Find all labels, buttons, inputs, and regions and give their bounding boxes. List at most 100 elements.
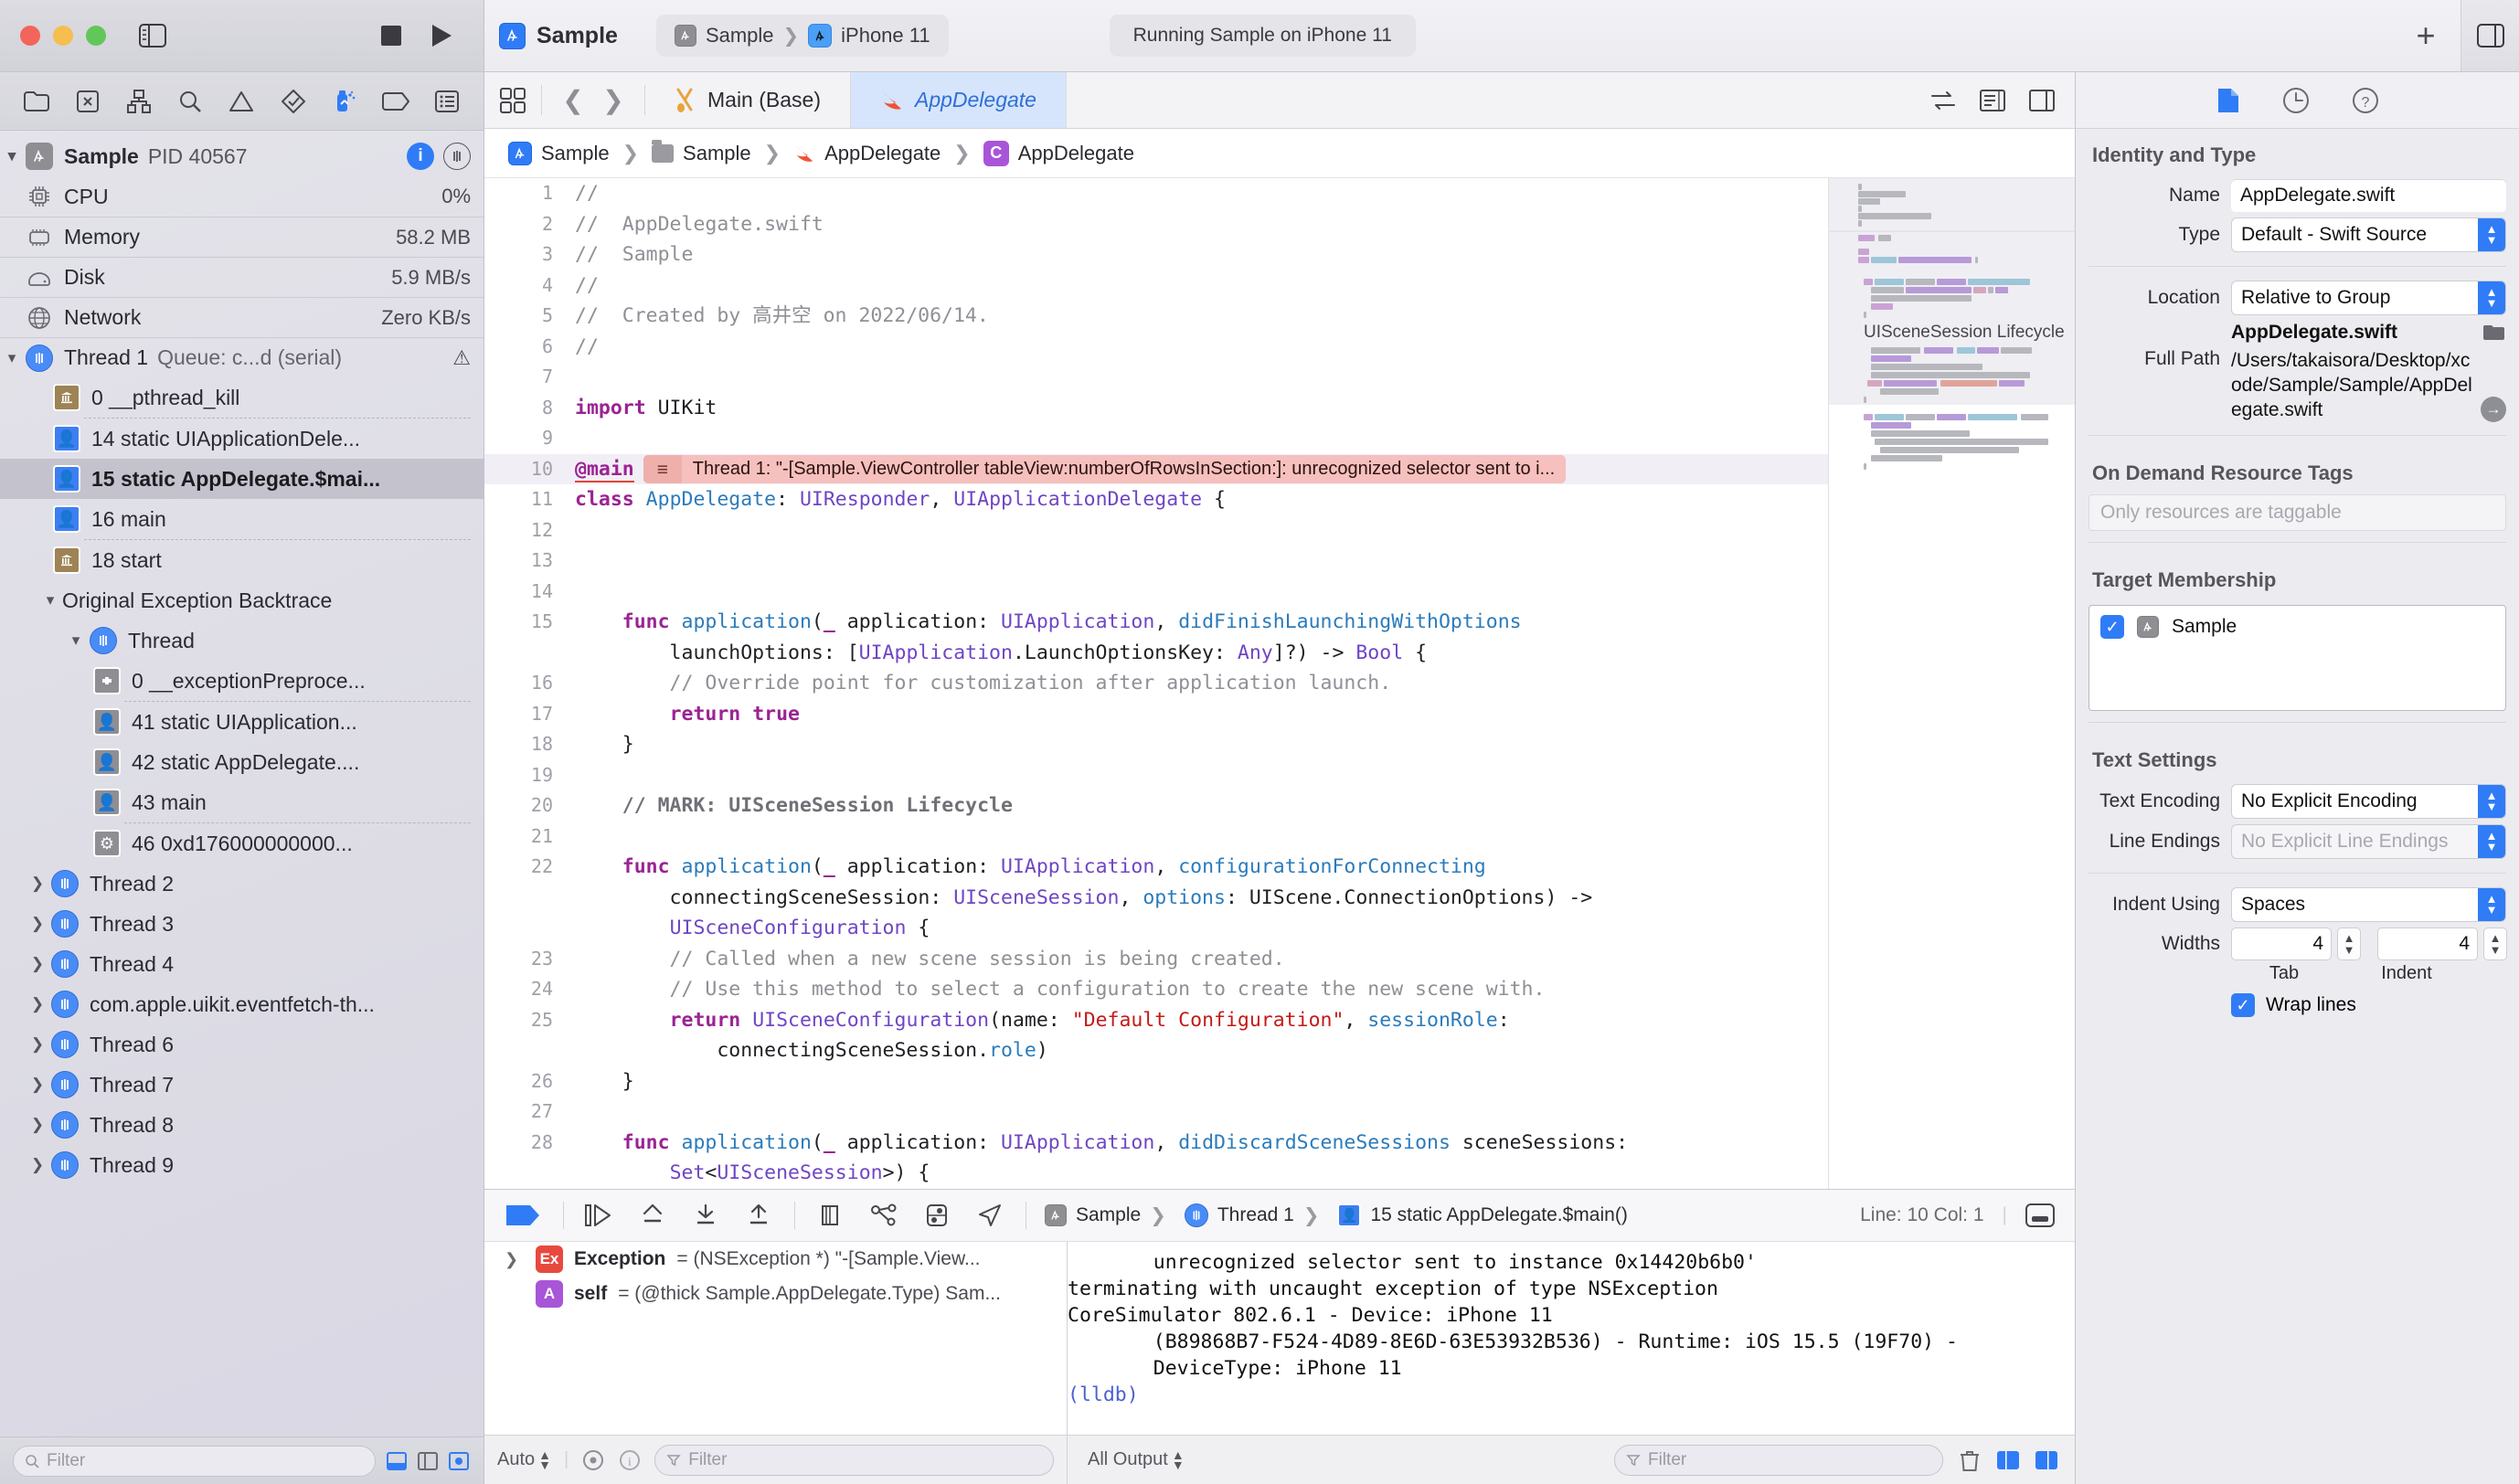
name-input[interactable]: AppDelegate.swift (2231, 179, 2506, 212)
grid-icon[interactable] (484, 72, 541, 128)
code-line[interactable]: 8 import UIKit (484, 393, 1828, 424)
line-number[interactable]: 19 (484, 760, 571, 791)
continue-button[interactable] (505, 1202, 554, 1229)
line-number[interactable]: 1 (484, 178, 571, 209)
line-endings-select[interactable]: No Explicit Line Endings ▲ ▼ (2231, 824, 2506, 859)
line-number[interactable]: 11 (484, 484, 571, 515)
toggle-variables-icon[interactable] (1996, 1450, 2020, 1470)
scheme-selector[interactable]: Sample ❯ iPhone 11 (655, 15, 949, 57)
encoding-select[interactable]: No Explicit Encoding ▲ ▼ (2231, 784, 2506, 819)
memory-graph-icon[interactable] (857, 1190, 910, 1242)
quick-help-inspector-tab[interactable]: ? (2352, 87, 2379, 114)
line-number[interactable]: 21 (484, 822, 571, 853)
choose-file-icon[interactable] (2482, 323, 2506, 343)
add-editor-button[interactable]: + (2406, 16, 2446, 55)
line-number[interactable]: 3 (484, 239, 571, 270)
thread-row-3[interactable]: ❯ Thread 3 (0, 904, 484, 944)
code-text[interactable]: func application(_ application: UIApplic… (571, 1128, 1828, 1159)
line-number[interactable]: 2 (484, 209, 571, 240)
code-content[interactable]: 1//2// AppDelegate.swift 3// Sample 4//5//… (484, 178, 1828, 1219)
chevron-right-icon[interactable]: ❯ (26, 995, 49, 1013)
editor-tab-main[interactable]: Main (Base) (645, 72, 851, 128)
stack-frame-row[interactable]: 0 __exceptionPreproce... (0, 661, 484, 701)
issue-navigator-tab[interactable] (222, 82, 260, 121)
test-navigator-tab[interactable] (274, 82, 313, 121)
variable-row[interactable]: ❯ Ex Exception = (NSException *) "-[Samp… (484, 1242, 1067, 1277)
window-controls[interactable] (20, 26, 106, 46)
stack-frame-row[interactable]: 👤 41 static UIApplication... (0, 702, 484, 742)
original-exception-row[interactable]: ▾ Original Exception Backtrace (0, 580, 484, 620)
code-text[interactable]: // Use this method to select a configura… (571, 974, 1828, 1005)
line-number[interactable]: 15 (484, 607, 571, 638)
code-text[interactable]: @main ≡ Thread 1: "-[Sample.ViewController… (571, 454, 1828, 485)
stack-frame-row[interactable]: 👤 14 static UIApplicationDele... (0, 419, 484, 459)
code-line[interactable]: connectingSceneSession.role) (484, 1035, 1828, 1066)
trash-icon[interactable] (1958, 1448, 1982, 1472)
location-select[interactable]: Relative to Group ▲ ▼ (2231, 281, 2506, 315)
forward-button[interactable]: ❯ (595, 85, 632, 115)
code-text[interactable]: import UIKit (571, 393, 1828, 424)
sidebar-toggle-icon[interactable] (134, 20, 171, 51)
code-text[interactable]: func application(_ application: UIApplic… (571, 852, 1828, 883)
gauge-row-cpu[interactable]: CPU 0% (0, 176, 484, 217)
project-navigator-tab[interactable] (17, 82, 56, 121)
chevron-right-icon[interactable]: ❯ (26, 915, 49, 933)
code-line[interactable]: 10 @main ≡ Thread 1: "-[Sample.ViewControll… (484, 453, 1828, 485)
chevron-updown-icon[interactable]: ▲ ▼ (2478, 218, 2505, 251)
code-text[interactable]: class AppDelegate: UIResponder, UIApplic… (571, 484, 1828, 515)
scope-select[interactable]: Auto ▲ ▼ (497, 1448, 551, 1471)
line-number[interactable]: 14 (484, 577, 571, 608)
code-text[interactable]: return UISceneConfiguration(name: "Defau… (571, 1005, 1828, 1036)
wrap-lines-checkbox[interactable]: ✓ (2231, 993, 2255, 1017)
thread-icon[interactable] (443, 143, 471, 170)
target-membership-list[interactable]: ✓ Sample (2089, 605, 2506, 711)
code-line[interactable]: Set<UISceneSession>) { (484, 1158, 1828, 1189)
debug-navigator-content[interactable]: ▾ Sample PID 40567 i CPU 0% Memory 58.2 … (0, 131, 484, 1436)
code-text[interactable]: // (571, 332, 1828, 363)
filter-toggle-3-icon[interactable] (447, 1450, 471, 1472)
chevron-right-icon[interactable]: ❯ (505, 1250, 525, 1269)
code-line[interactable]: 18 } (484, 729, 1828, 760)
inspector-content[interactable]: Identity and Type Name AppDelegate.swift… (2076, 129, 2519, 1484)
chevron-down-icon[interactable]: ▾ (64, 631, 88, 650)
tab-width-input[interactable]: 4 (2231, 928, 2332, 960)
process-row[interactable]: ▾ Sample PID 40567 i (0, 136, 484, 176)
info-icon[interactable]: i (407, 143, 434, 170)
zoom-button[interactable] (86, 26, 106, 46)
code-line[interactable]: launchOptions: [UIApplication.LaunchOpti… (484, 638, 1828, 669)
code-line[interactable]: 27 (484, 1097, 1828, 1128)
code-line[interactable]: 25 return UISceneConfiguration(name: "De… (484, 1005, 1828, 1036)
chevron-down-icon[interactable]: ▾ (38, 591, 62, 610)
navigator-filter-input[interactable]: Filter (13, 1445, 376, 1477)
chevron-right-icon[interactable]: ❯ (26, 1035, 49, 1054)
code-line[interactable]: 14 (484, 577, 1828, 608)
step-over-icon[interactable] (573, 1190, 626, 1242)
code-line[interactable]: 7 (484, 362, 1828, 393)
debug-navigator-tab[interactable] (325, 82, 364, 121)
debug-crumb-process[interactable]: Sample (1045, 1204, 1141, 1226)
chevron-updown-icon[interactable]: ▲ ▼ (2478, 281, 2505, 314)
line-number[interactable]: 12 (484, 515, 571, 546)
code-text[interactable]: launchOptions: [UIApplication.LaunchOpti… (571, 638, 1828, 669)
indent-width-stepper[interactable]: ▲ ▼ (2483, 928, 2507, 960)
breakpoints-icon[interactable] (581, 1448, 605, 1472)
code-line[interactable]: 26 } (484, 1066, 1828, 1097)
code-line[interactable]: 16 // Override point for customization a… (484, 668, 1828, 699)
stack-frame-row-selected[interactable]: 👤 15 static AppDelegate.$mai... (0, 459, 484, 499)
thread-row-2[interactable]: ❯ Thread 2 (0, 864, 484, 904)
filter-toggle-1-icon[interactable] (385, 1450, 409, 1472)
code-text[interactable]: UISceneConfiguration { (571, 913, 1828, 944)
code-text[interactable]: } (571, 729, 1828, 760)
stack-frame-row[interactable]: 18 start (0, 540, 484, 580)
chevron-right-icon[interactable]: ❯ (26, 1156, 49, 1174)
back-button[interactable]: ❮ (555, 85, 591, 115)
stack-frame-row[interactable]: 0 __pthread_kill (0, 377, 484, 418)
chevron-right-icon[interactable]: ❯ (26, 1116, 49, 1134)
stack-frame-row[interactable]: 👤 43 main (0, 782, 484, 822)
code-line[interactable]: 12 (484, 515, 1828, 546)
code-line[interactable]: 6// (484, 332, 1828, 363)
target-checkbox[interactable]: ✓ (2100, 615, 2124, 639)
code-text[interactable]: connectingSceneSession.role) (571, 1035, 1828, 1066)
code-line[interactable]: 28 func application(_ application: UIApp… (484, 1128, 1828, 1159)
chevron-right-icon[interactable]: ❯ (26, 874, 49, 893)
